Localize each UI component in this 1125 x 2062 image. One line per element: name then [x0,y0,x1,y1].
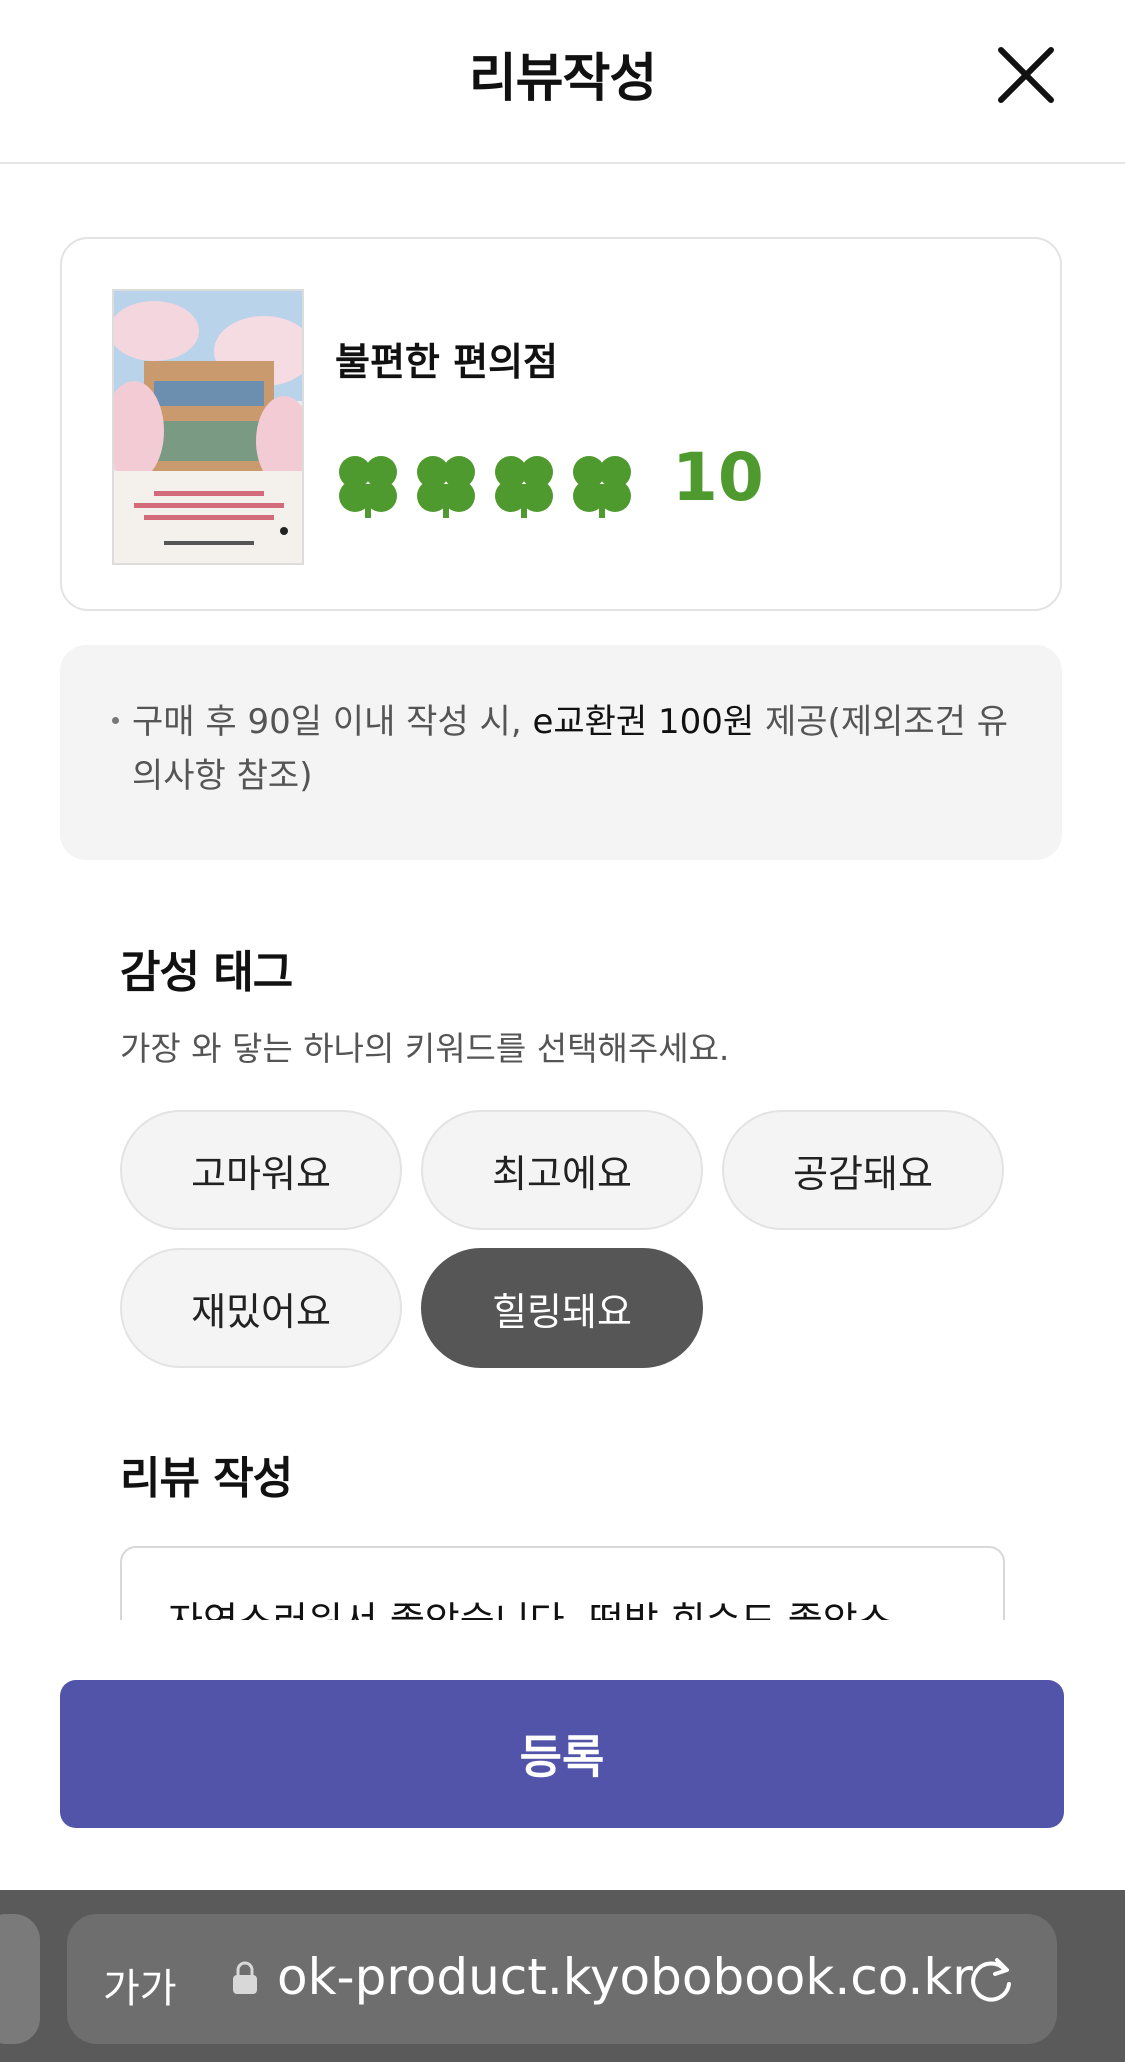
notice-text-before: 구매 후 90일 이내 작성 시, [132,702,533,742]
review-scroll-area: 자연스러워서 좋았습니다. 떡밥 회수도 좋았스 [0,1540,1125,1620]
bullet-dot [112,717,119,724]
browser-toolbar: 가가 ok-product.kyobobook.co.kr [0,1890,1125,2062]
clover-icon[interactable] [413,452,479,518]
notice-highlight: e교환권 100원 [532,702,755,742]
tags-section-title: 감성 태그 [120,947,293,998]
product-card: 불편한 편의점 10 [60,237,1062,611]
tags-subtitle: 가장 와 닿는 하나의 키워드를 선택해주세요. [120,1029,730,1068]
address-bar[interactable]: 가가 ok-product.kyobobook.co.kr [67,1914,1057,2044]
review-section-title: 리뷰 작성 [120,1453,293,1504]
book-title: 불편한 편의점 [335,340,558,384]
clover-icon[interactable] [335,452,401,518]
url-text: ok-product.kyobobook.co.kr [277,1948,973,2006]
book-cover-image [112,289,304,565]
tag-chip[interactable]: 고마워요 [120,1110,402,1230]
submit-button[interactable]: 등록 [60,1680,1064,1828]
clover-icon[interactable] [491,452,557,518]
reload-icon[interactable] [965,1954,1017,2006]
review-text: 자연스러워서 좋았습니다. 떡밥 회수도 좋았스 [168,1590,893,1620]
text-size-button[interactable]: 가가 [103,1956,177,2014]
tag-chip[interactable]: 최고에요 [421,1110,703,1230]
lock-icon [233,1961,257,1994]
page-title: 리뷰작성 [468,49,657,109]
tag-chip[interactable]: 공감돼요 [722,1110,1004,1230]
notice-text: 구매 후 90일 이내 작성 시, e교환권 100원 제공(제외조건 유의사항… [132,695,1032,803]
clover-rating[interactable] [335,452,635,518]
previous-tab[interactable] [0,1914,40,2044]
tag-chip[interactable]: 재밌어요 [120,1248,402,1368]
rating-score: 10 [672,439,764,516]
reward-notice: 구매 후 90일 이내 작성 시, e교환권 100원 제공(제외조건 유의사항… [60,645,1062,860]
header: 리뷰작성 [0,0,1125,164]
close-icon[interactable] [995,44,1057,106]
review-textarea[interactable]: 자연스러워서 좋았습니다. 떡밥 회수도 좋았스 [120,1546,1005,1620]
tag-chip-selected[interactable]: 힐링돼요 [421,1248,703,1368]
clover-icon[interactable] [569,452,635,518]
